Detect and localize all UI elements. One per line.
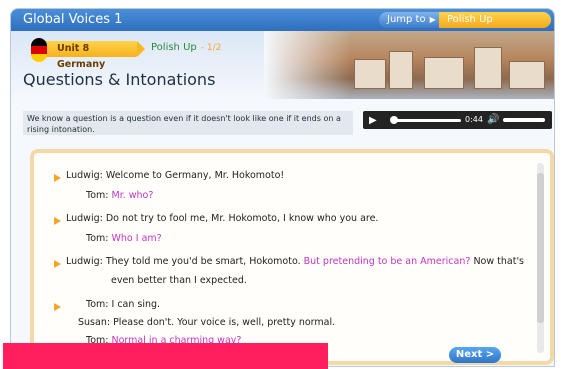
audio-progress-knob[interactable] xyxy=(390,116,399,124)
dialog-line: Tom: Mr. who? xyxy=(86,190,154,201)
heidelberg-photo xyxy=(264,31,554,99)
unit-badge: Unit 8 Germany xyxy=(39,41,145,70)
top-bar: Global Voices 1 Jump to ▶ Polish Up xyxy=(11,9,554,31)
arrow-bullet-icon xyxy=(54,174,61,182)
dialog-line: Tom: I can sing. xyxy=(86,299,161,310)
audio-time: 0:44 xyxy=(465,115,483,124)
dialog-panel: Ludwig: Welcome to Germany, Mr. Hokomoto… xyxy=(30,149,554,365)
next-button[interactable]: Next > xyxy=(449,347,501,363)
audio-player: ▶ 0:44 🔊 xyxy=(363,111,552,129)
page-title: Questions & Intonations xyxy=(23,70,216,89)
lesson-description: We know a question is a question even if… xyxy=(23,111,353,135)
scrollbar-thumb[interactable] xyxy=(537,173,544,323)
section-label: Polish Up - 1/2 xyxy=(151,42,222,53)
dialog-line: Susan: Please don't. Your voice is, well… xyxy=(78,317,336,328)
germany-flag-icon xyxy=(31,38,47,62)
arrow-bullet-icon xyxy=(54,217,61,225)
page-indicator: - 1/2 xyxy=(200,43,222,53)
play-icon[interactable]: ▶ xyxy=(369,115,377,126)
dialog-line: Ludwig: Do not try to fool me, Mr. Hokom… xyxy=(66,213,379,224)
jump-to-select[interactable]: Polish Up xyxy=(439,12,551,28)
arrow-bullet-icon xyxy=(54,303,61,311)
app-logo: Global Voices 1 xyxy=(23,12,123,27)
volume-icon[interactable]: 🔊 xyxy=(487,114,499,125)
jump-to-button[interactable]: Jump to ▶ xyxy=(379,12,439,28)
dialog-line: Ludwig: Welcome to Germany, Mr. Hokomoto… xyxy=(66,170,285,181)
dialog-line: Tom: Who I am? xyxy=(86,233,162,244)
arrow-bullet-icon xyxy=(54,260,61,268)
volume-slider[interactable] xyxy=(503,118,545,122)
caption-overlay-bar xyxy=(3,343,328,369)
dialog-line: Ludwig: They told me you'd be smart, Hok… xyxy=(66,256,524,267)
chevron-right-icon: ▶ xyxy=(429,15,436,24)
app-window: Global Voices 1 Jump to ▶ Polish Up Unit … xyxy=(10,8,555,367)
dialog-line-continued: even better than I expected. xyxy=(111,275,247,286)
jump-to-label: Jump to xyxy=(387,14,426,25)
audio-progress-track[interactable] xyxy=(391,119,461,122)
dialog-scrollbar[interactable] xyxy=(537,163,544,353)
